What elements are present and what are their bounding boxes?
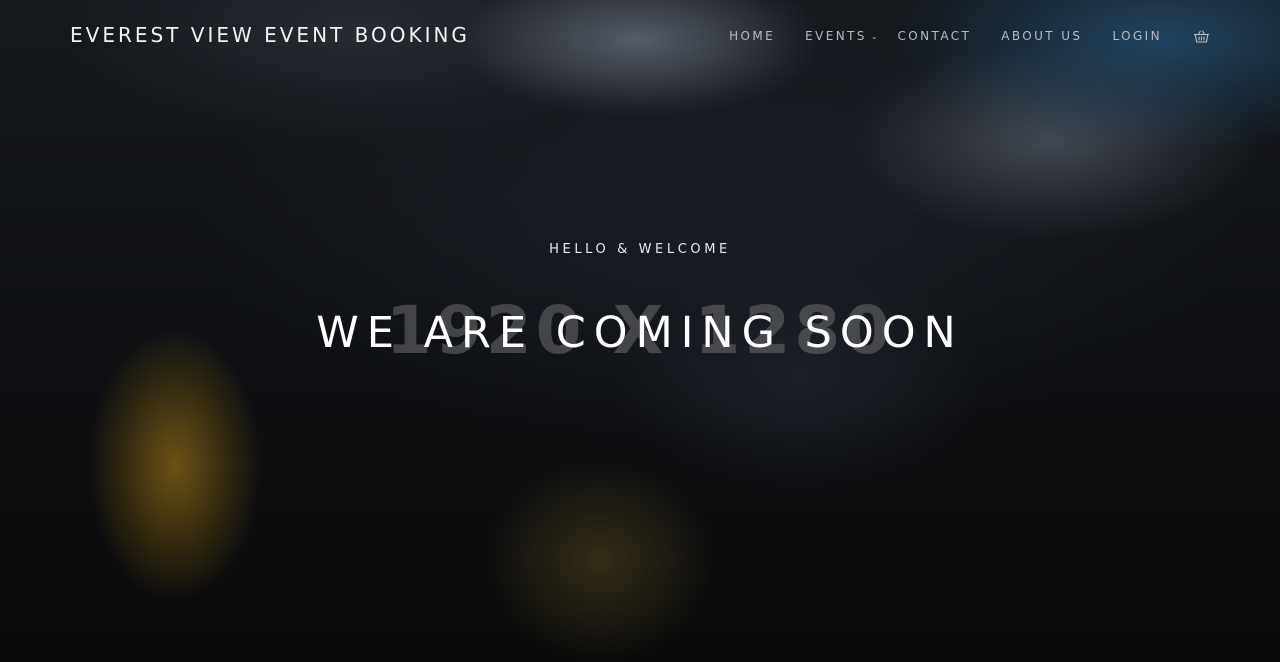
chevron-down-icon: ⌄: [870, 31, 878, 41]
hero-eyebrow-text: HELLO & WELCOME: [549, 242, 731, 257]
nav-home[interactable]: HOME: [729, 29, 775, 43]
nav-contact[interactable]: CONTACT: [898, 29, 972, 43]
top-navigation: EVEREST VIEW EVENT BOOKING HOME EVENTS ⌄…: [0, 0, 1280, 72]
nav-events[interactable]: EVENTS ⌄: [805, 29, 877, 43]
hero-headline: WE ARE COMING SOON: [316, 308, 964, 358]
brand-logo-text[interactable]: EVEREST VIEW EVENT BOOKING: [70, 23, 470, 47]
nav-about-us[interactable]: ABOUT US: [1001, 29, 1082, 43]
basket-icon[interactable]: [1192, 28, 1210, 44]
nav-login[interactable]: LOGIN: [1112, 29, 1162, 43]
hero-section: EVEREST VIEW EVENT BOOKING HOME EVENTS ⌄…: [0, 0, 1280, 662]
nav-events-label: EVENTS: [805, 29, 867, 43]
nav-menu: HOME EVENTS ⌄ CONTACT ABOUT US LOGIN: [729, 28, 1210, 44]
